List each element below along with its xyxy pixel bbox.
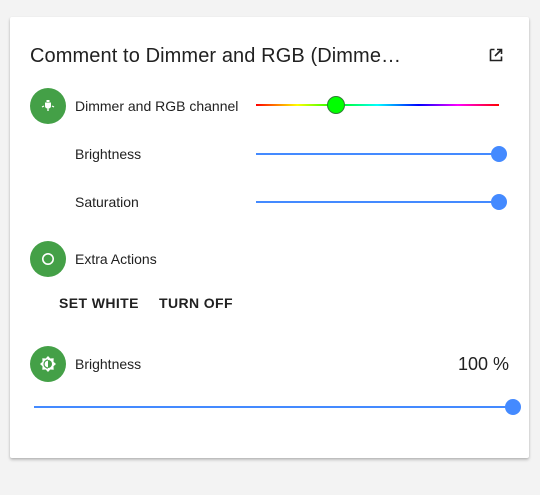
brightness-entity-badge[interactable]	[30, 346, 66, 382]
saturation-attribute-thumb[interactable]	[491, 194, 507, 210]
hue-slider-thumb[interactable]	[327, 96, 346, 114]
turn-off-button[interactable]: TURN OFF	[159, 295, 233, 311]
brightness-entity-track	[34, 406, 513, 408]
set-white-button[interactable]: SET WHITE	[59, 295, 139, 311]
brightness-attribute-label: Brightness	[75, 146, 142, 162]
extra-actions-badge[interactable]	[30, 241, 66, 277]
brightness-attribute-track	[256, 153, 499, 155]
brightness-attribute-thumb[interactable]	[491, 146, 507, 162]
saturation-attribute-label: Saturation	[75, 194, 139, 210]
hue-slider-track	[256, 104, 499, 106]
rgb-channel-label: Dimmer and RGB channel	[75, 98, 239, 114]
brightness-attribute-slider[interactable]	[256, 146, 507, 162]
circle-outline-icon	[42, 253, 54, 265]
extra-actions-label: Extra Actions	[75, 251, 157, 267]
brightness-entity-slider[interactable]	[34, 399, 521, 415]
card-title: Comment to Dimmer and RGB (Dimme…	[30, 45, 402, 67]
saturation-attribute-slider[interactable]	[256, 194, 507, 210]
brightness-entity-thumb[interactable]	[505, 399, 521, 415]
brightness-entity-value: 100 %	[457, 354, 509, 374]
open-in-new-icon[interactable]	[489, 48, 503, 62]
lightbulb-icon	[41, 100, 55, 111]
entity-card: Comment to Dimmer and RGB (Dimme… Dimmer…	[10, 17, 529, 458]
hue-slider[interactable]	[256, 96, 499, 114]
brightness-icon	[40, 356, 56, 372]
rgb-channel-badge[interactable]	[30, 88, 66, 124]
brightness-entity-label: Brightness	[75, 356, 142, 372]
saturation-attribute-track	[256, 201, 499, 203]
